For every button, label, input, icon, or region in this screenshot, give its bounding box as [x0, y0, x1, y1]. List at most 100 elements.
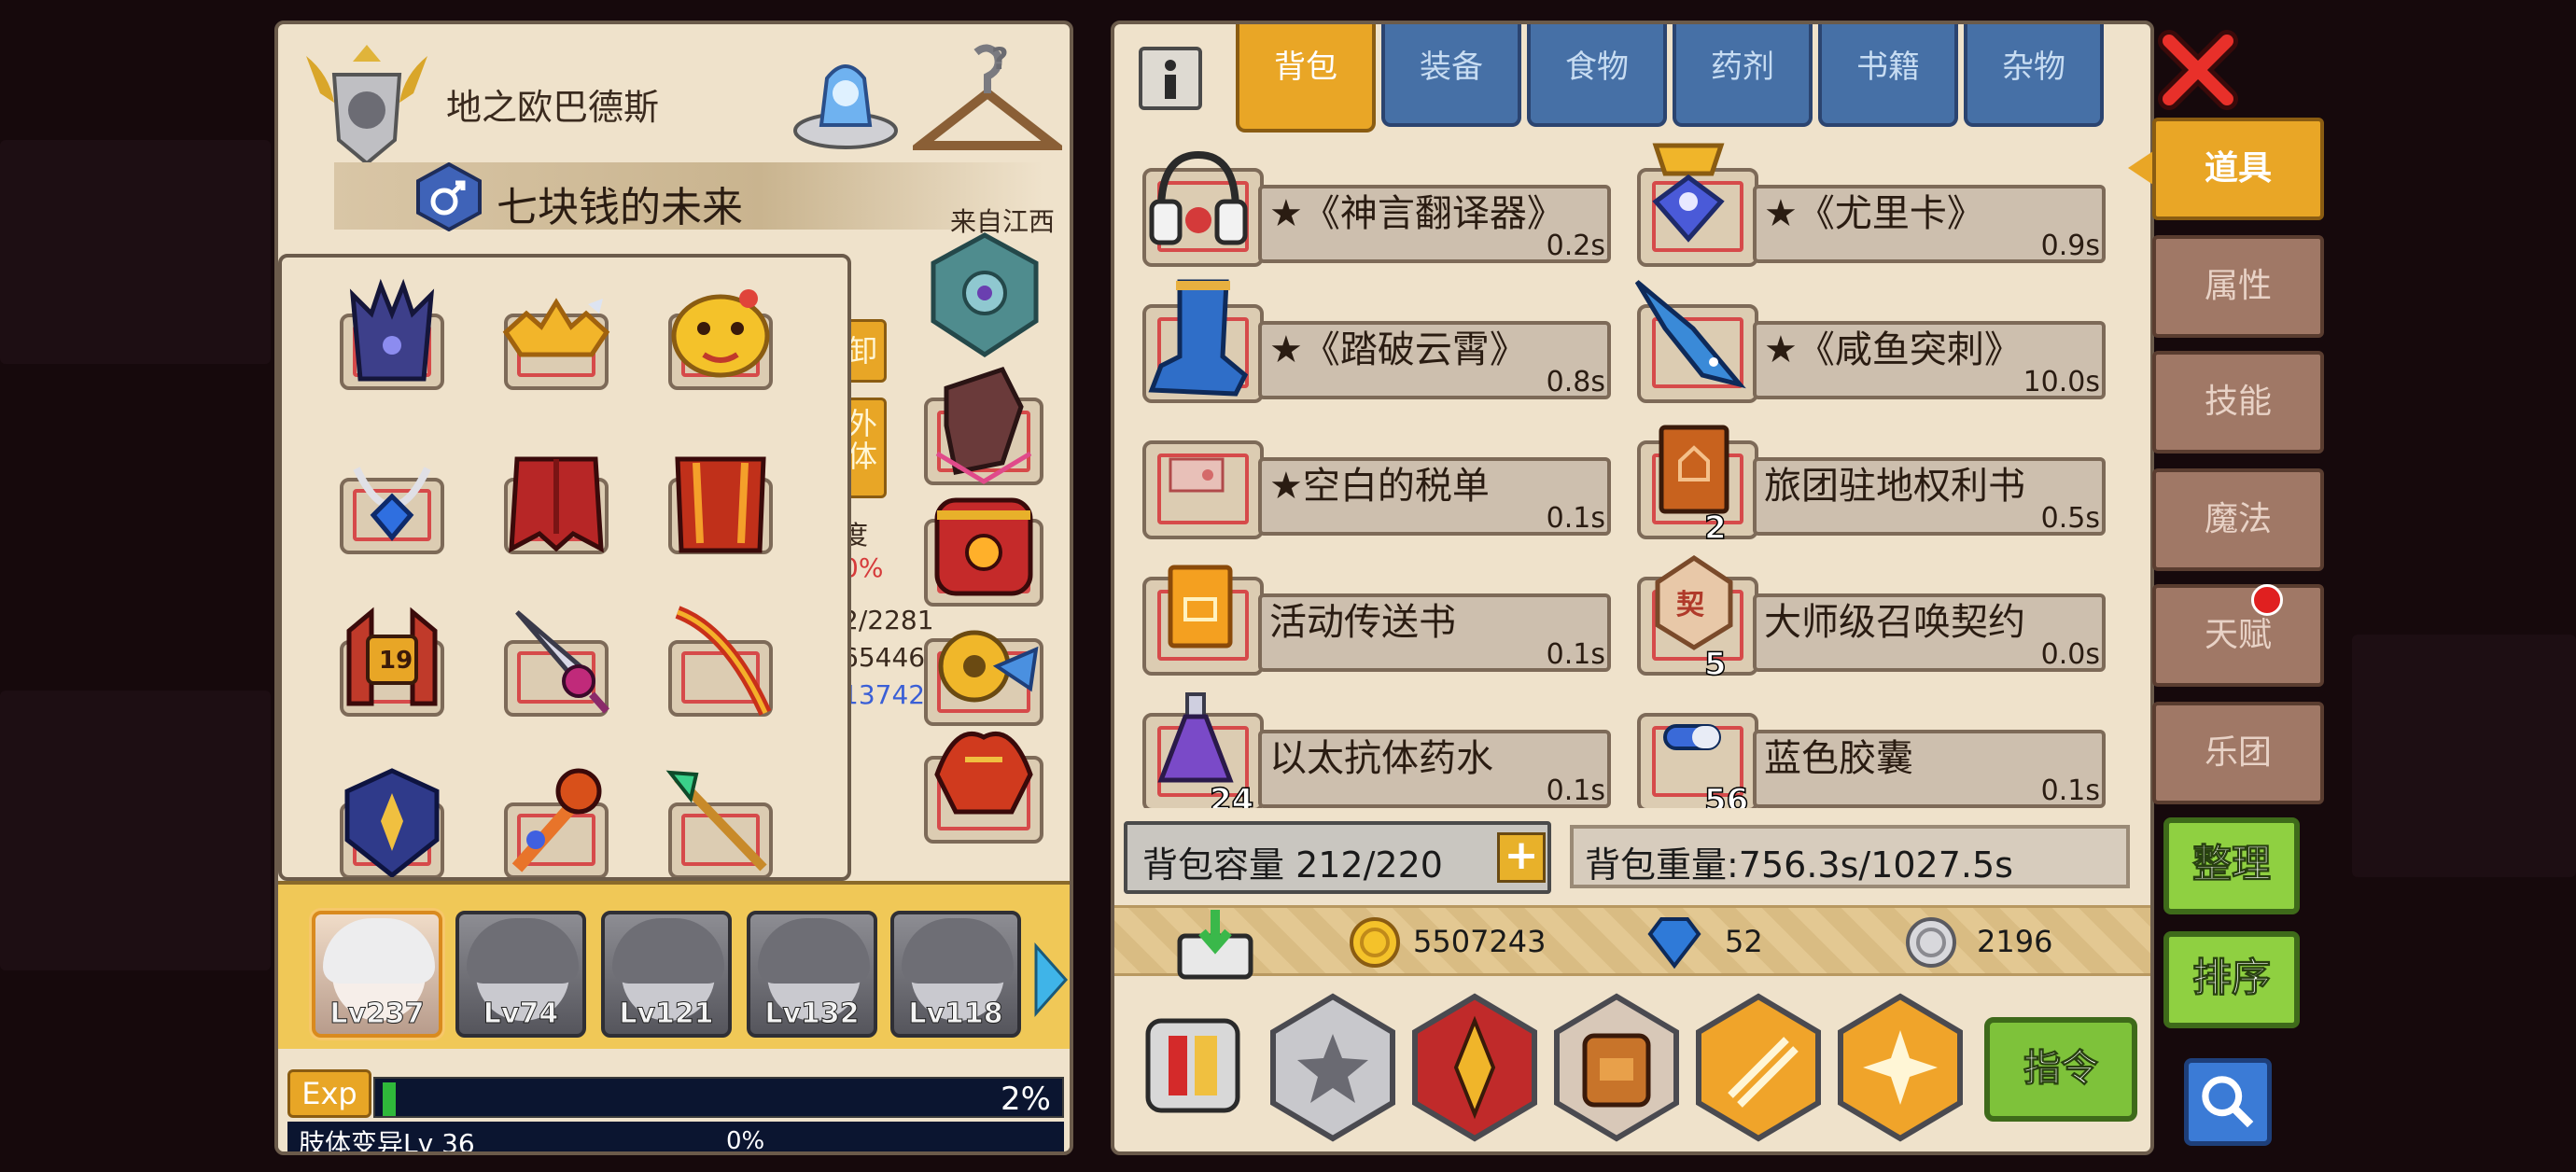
party-member-1[interactable]: Lv237 — [312, 911, 442, 1038]
equip-slot-mask[interactable] — [918, 481, 1049, 612]
sword-slash-icon — [515, 610, 609, 714]
party-member-4[interactable]: Lv132 — [747, 911, 877, 1038]
armor-helmet-icon — [349, 278, 435, 382]
deed-book-icon — [1659, 425, 1729, 514]
side-tab-band[interactable]: 乐团 — [2152, 702, 2324, 804]
command-button[interactable]: 指令 — [1984, 1017, 2137, 1122]
gear-slot-7[interactable]: 19 — [334, 603, 450, 719]
side-tab-attributes[interactable]: 属性 — [2152, 235, 2324, 338]
hanger-icon[interactable]: ? — [913, 35, 1062, 157]
equip-slot-helm[interactable] — [918, 719, 1049, 849]
party-member-5[interactable]: Lv118 — [890, 911, 1021, 1038]
inventory-item[interactable]: 24 以太抗体药水 0.1s — [1114, 681, 1611, 808]
side-tab-items[interactable]: 道具 — [2152, 118, 2324, 220]
inventory-item[interactable]: 契 5 大师级召唤契约 0.0s — [1609, 545, 2106, 684]
gold-gear-icon — [938, 630, 1039, 703]
action-row: 指令 — [1114, 984, 2150, 1151]
party-member-level: Lv237 — [329, 998, 425, 1031]
gear-slot-1[interactable] — [334, 276, 450, 392]
gear-slot-4[interactable] — [334, 440, 450, 556]
teleport-book-icon — [1168, 565, 1233, 649]
inventory-item[interactable]: 活动传送书 0.1s — [1114, 545, 1611, 676]
boot-icon — [1148, 279, 1249, 397]
tab-food[interactable]: 食物 — [1527, 24, 1667, 127]
shuriken-icon[interactable] — [1835, 993, 1966, 1142]
item-count: 56 — [1703, 781, 1749, 808]
item-name: 大师级召唤契约 — [1764, 601, 2025, 644]
mutation-percent: 0% — [726, 1127, 765, 1155]
info-icon[interactable] — [1139, 47, 1202, 110]
item-count: 24 — [1209, 781, 1254, 808]
equip-slot-gauntlet[interactable] — [918, 360, 1049, 491]
portal-icon[interactable] — [790, 41, 902, 151]
equipment-grid: 19 — [278, 254, 851, 881]
item-weight: 0.1s — [1546, 502, 1605, 535]
emblem-shield-icon — [344, 768, 440, 877]
contract-icon: 契 — [1655, 554, 1733, 650]
item-count: 2 — [1703, 509, 1727, 548]
item-name: 以太抗体药水 — [1269, 737, 1493, 780]
skill-icon[interactable] — [1693, 993, 1824, 1142]
headphone-icon — [1149, 150, 1248, 245]
exp-bar-fill — [383, 1082, 396, 1116]
side-tab-magic[interactable]: 魔法 — [2152, 468, 2324, 571]
gear-slot-10[interactable] — [334, 765, 450, 877]
tab-misc[interactable]: 杂物 — [1964, 24, 2104, 127]
gear-slot-3[interactable] — [663, 276, 778, 392]
item-weight: 0.5s — [2040, 502, 2100, 535]
diamond-amount: 52 — [1725, 924, 1763, 959]
search-icon[interactable] — [2184, 1058, 2272, 1146]
character-title: 地之欧巴德斯 — [446, 87, 660, 128]
character-header: 地之欧巴德斯 ? 七块钱的未来 来自江西 变异人 大剑使 — [278, 24, 1070, 294]
side-tab-talent[interactable]: 天赋 — [2152, 584, 2324, 687]
gear-slot-8[interactable] — [498, 603, 614, 719]
sort-button[interactable]: 排序 — [2163, 931, 2300, 1028]
inventory-item[interactable]: 56 蓝色胶囊 0.1s — [1609, 681, 2106, 808]
inventory-item[interactable]: ★《尤里卡》 0.9s — [1609, 136, 2106, 267]
tab-books[interactable]: 书籍 — [1818, 24, 1958, 127]
gear-slot-9[interactable] — [663, 603, 778, 719]
star-icon[interactable] — [1267, 993, 1398, 1142]
backpack-icon[interactable] — [1551, 993, 1682, 1142]
organize-button[interactable]: 整理 — [2163, 817, 2300, 914]
download-icon[interactable] — [1170, 908, 1260, 983]
tab-backpack[interactable]: 背包 — [1236, 24, 1376, 133]
party-member-3[interactable]: Lv121 — [601, 911, 732, 1038]
gear-slot-5[interactable] — [498, 440, 614, 556]
crystal-emblem-icon[interactable] — [928, 231, 1042, 362]
svg-text:?: ? — [991, 41, 1009, 77]
gear-slot-6[interactable] — [663, 440, 778, 556]
amulet-icon — [1652, 143, 1725, 243]
golden-crown-icon — [502, 298, 610, 357]
side-tab-skills[interactable]: 技能 — [2152, 351, 2324, 453]
notification-dot — [2251, 584, 2283, 616]
item-name: ★《咸鱼突刺》 — [1764, 328, 2022, 371]
gear-slot-11[interactable] — [498, 765, 614, 877]
party-member-2[interactable]: Lv74 — [455, 911, 586, 1038]
guild-crest-icon[interactable] — [1409, 993, 1540, 1142]
item-weight: 0.8s — [1546, 366, 1605, 398]
inventory-item[interactable]: ★空白的税单 0.1s — [1114, 409, 1611, 539]
close-icon[interactable] — [2156, 28, 2240, 112]
equip-slot-gear[interactable] — [918, 601, 1049, 732]
expand-capacity-button[interactable]: + — [1497, 832, 1546, 883]
item-weight: 0.1s — [1546, 638, 1605, 671]
tab-potion[interactable]: 药剂 — [1673, 24, 1813, 127]
tab-equipment[interactable]: 装备 — [1381, 24, 1521, 127]
item-name: ★空白的税单 — [1269, 465, 1490, 508]
silver-coin-icon — [1906, 917, 1956, 968]
gear-slot-12[interactable] — [663, 765, 778, 877]
inventory-item[interactable]: ★《神言翻译器》 0.2s — [1114, 136, 1611, 267]
exp-section: Exp 2% 肢体变异Lv 36 0% — [278, 1049, 1070, 1155]
inventory-item[interactable]: ★《踏破云霄》 0.8s — [1114, 272, 1611, 403]
ticket-icon — [1169, 457, 1225, 493]
inventory-panel: 背包 装备 食物 药剂 书籍 杂物 ★《神言翻译器》 0.2s ★《尤里卡》 0… — [1111, 21, 2154, 1155]
next-arrow-icon[interactable] — [1032, 942, 1070, 1017]
item-name: 旅团驻地权利书 — [1764, 465, 2025, 508]
jade-staff-icon — [665, 770, 767, 872]
quest-list-icon[interactable] — [1142, 1015, 1243, 1116]
item-weight: 0.1s — [2040, 774, 2100, 807]
gear-slot-2[interactable] — [498, 276, 614, 392]
inventory-item[interactable]: 2 旅团驻地权利书 0.5s — [1609, 409, 2106, 548]
inventory-item[interactable]: ★《咸鱼突刺》 10.0s — [1609, 272, 2106, 403]
